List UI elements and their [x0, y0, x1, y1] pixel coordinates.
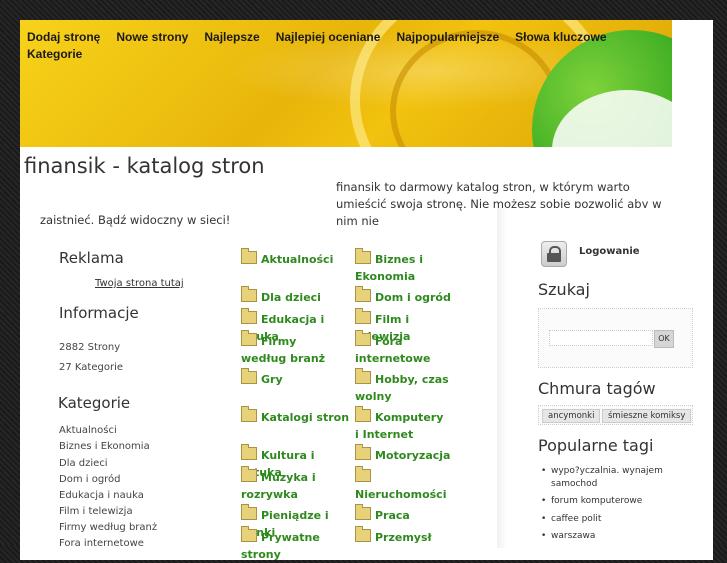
folder-icon [355, 286, 371, 302]
category-link[interactable]: Aktualności [241, 248, 351, 268]
category-link[interactable]: Katalogi stron [241, 406, 351, 426]
category-link[interactable]: Motoryzacja [355, 444, 465, 464]
category-link[interactable]: Hobby, czas wolny [355, 368, 450, 405]
popular-tag-item[interactable]: • wypo?yczalnia. wynajem samochod [541, 465, 681, 491]
category-link[interactable]: Muzyka i rozrywka [241, 466, 321, 503]
nav-add-site[interactable]: Dodaj stronę [27, 29, 100, 46]
login-link[interactable]: Logowanie [579, 246, 640, 257]
nav-best[interactable]: Najlepsze [204, 29, 259, 46]
site-title[interactable]: finansik - katalog stron [24, 154, 265, 178]
nav-keywords[interactable]: Słowa kluczowe [515, 29, 606, 46]
folder-icon [355, 504, 371, 520]
folder-icon [241, 286, 257, 302]
folder-icon [355, 406, 371, 422]
nav-top-rated[interactable]: Najlepiej oceniane [276, 29, 381, 46]
folder-icon [355, 466, 371, 482]
folder-icon [355, 330, 371, 346]
category-link[interactable]: Nieruchomości [355, 466, 465, 503]
reklama-heading: Reklama [59, 249, 124, 267]
category-link[interactable]: Biznes i Ekonomia [355, 248, 435, 285]
search-heading: Szukaj [538, 280, 590, 299]
category-link[interactable]: Firmy według branż [241, 330, 341, 367]
category-link[interactable]: Komputery i Internet [355, 406, 450, 443]
tagline-part2: zaistnieć. Bądź widoczny w sieci! [40, 213, 231, 227]
folder-icon [241, 308, 257, 324]
folder-icon [355, 526, 371, 542]
folder-icon [241, 330, 257, 346]
folder-icon [355, 308, 371, 324]
folder-icon [355, 444, 371, 460]
folder-icon [241, 466, 257, 482]
sidebar-category[interactable]: Dom i ogród [59, 474, 121, 485]
sidebar-category[interactable]: Film i telewizja [59, 506, 133, 517]
sidebar-category[interactable]: Biznes i Ekonomia [59, 441, 150, 452]
folder-icon [355, 368, 371, 384]
sidebar-category[interactable]: Dla dzieci [59, 458, 108, 469]
search-ok-button[interactable]: OK [654, 330, 674, 348]
folder-icon [241, 504, 257, 520]
category-link[interactable]: Dla dzieci [241, 286, 351, 306]
nav-new-sites[interactable]: Nowe strony [116, 29, 188, 46]
category-link[interactable]: Przemysł [355, 526, 465, 546]
sidebar-category[interactable]: Fora internetowe [59, 538, 144, 549]
category-link[interactable]: Fora internetowe [355, 330, 470, 367]
category-link[interactable]: Dom i ogród [355, 286, 465, 306]
tag-pill[interactable]: ancymonki [542, 409, 601, 423]
popular-tag-item[interactable]: • warszawa [541, 530, 681, 543]
info-heading: Informacje [59, 304, 139, 322]
reklama-link[interactable]: Twoja strona tutaj [95, 278, 184, 289]
folder-icon [241, 248, 257, 264]
sidebar-category[interactable]: Firmy według branż [59, 522, 157, 533]
tag-cloud-heading: Chmura tagów [538, 379, 656, 398]
header-banner: Dodaj stronę Nowe strony Najlepsze Najlepie… [20, 20, 672, 147]
nav-categories[interactable]: Kategorie [27, 46, 82, 63]
categories-heading: Kategorie [58, 394, 131, 412]
sidebar-category[interactable]: Aktualności [59, 425, 117, 436]
category-link[interactable]: Prywatne strony [241, 526, 356, 563]
folder-icon [241, 368, 257, 384]
info-categories-count: 27 Kategorie [59, 362, 123, 373]
popular-tag-item[interactable]: • forum komputerowe [541, 495, 681, 508]
top-navigation: Dodaj stronę Nowe strony Najlepsze Najlepie… [27, 29, 647, 63]
popular-tags-heading: Popularne tagi [538, 436, 654, 455]
nav-most-popular[interactable]: Najpopularniejsze [396, 29, 499, 46]
category-link[interactable]: Gry [241, 368, 351, 388]
info-sites-count: 2882 Strony [59, 342, 121, 353]
search-input[interactable] [549, 330, 653, 346]
folder-icon [355, 248, 371, 264]
tag-pill[interactable]: śmieszne komiksy [602, 409, 692, 423]
folder-icon [241, 406, 257, 422]
folder-icon [241, 526, 257, 542]
folder-icon [241, 444, 257, 460]
category-link[interactable]: Praca [355, 504, 465, 524]
popular-tag-item[interactable]: • caffee polit [541, 513, 681, 526]
lock-icon[interactable] [541, 241, 567, 267]
sidebar-category[interactable]: Edukacja i nauka [59, 490, 144, 501]
